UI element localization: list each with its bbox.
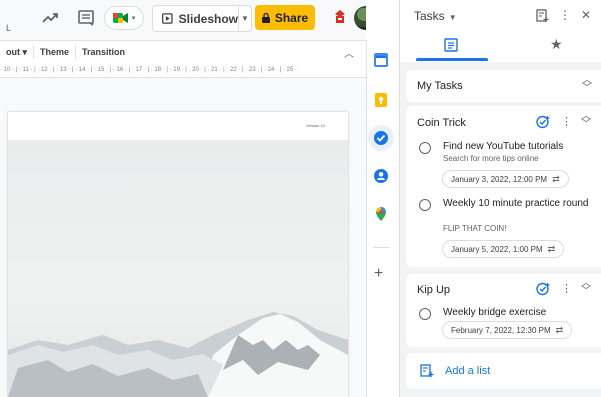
lock-icon xyxy=(261,12,270,23)
date-chip[interactable]: January 3, 2022, 12:00 PM ⇄ xyxy=(442,170,569,188)
task-list-coin-trick: Coin Trick ⋮ ︿ ﹀ Find new YouTube tutoria… xyxy=(406,106,601,267)
my-tasks-label: My Tasks xyxy=(417,80,463,92)
tasks-header: Tasks ▼ ⋮ ✕ ★ xyxy=(400,0,601,62)
list-title: Coin Trick xyxy=(417,117,466,129)
task-notes: Search for more tips online xyxy=(443,154,539,163)
task-checkbox[interactable] xyxy=(419,308,431,320)
more-vert-icon[interactable]: ⋮ xyxy=(561,115,572,128)
present-icon xyxy=(162,13,173,24)
repeat-icon: ⇄ xyxy=(547,243,556,254)
date-text: January 3, 2022, 12:00 PM xyxy=(451,174,548,184)
repeat-icon: ⇄ xyxy=(552,173,560,184)
trending-icon[interactable] xyxy=(40,8,60,28)
share-button[interactable]: Share xyxy=(255,5,315,30)
task-title[interactable]: Find new YouTube tutorials xyxy=(443,140,593,153)
slides-editor: L ▾ Slideshow ▼ Share out ▾ Theme Transi… xyxy=(0,0,366,397)
maps-icon[interactable] xyxy=(373,206,389,222)
caret-down-icon: ▼ xyxy=(241,14,249,23)
task-notes: FLIP THAT COIN! xyxy=(443,224,507,233)
extension-icon[interactable] xyxy=(333,9,347,25)
task-list-kip-up: Kip Up ⋮ ︿ ﹀ Weekly bridge exercise Febru… xyxy=(406,274,601,347)
add-list-icon xyxy=(420,364,434,377)
date-text: January 5, 2022, 1:00 PM xyxy=(451,244,543,254)
collapse-icon[interactable]: ︿ xyxy=(344,45,354,60)
comment-icon[interactable] xyxy=(76,8,96,28)
slide-version-label: Version 10 xyxy=(306,123,325,128)
tab-tasks-icon[interactable] xyxy=(444,38,458,52)
layout-menu[interactable]: out ▾ xyxy=(0,45,35,59)
toolbar-menu: out ▾ Theme Transition ︿ xyxy=(0,40,366,64)
ruler: · 10 · | · 11 · | · 12 · | · 13 · | · 14… xyxy=(0,63,366,78)
list-selector[interactable]: My Tasks ︿ ﹀ xyxy=(406,70,601,102)
meet-icon xyxy=(112,13,128,23)
toolbar-fragment-label: L xyxy=(6,23,12,33)
task-title[interactable]: Weekly bridge exercise xyxy=(443,306,593,319)
date-chip[interactable]: January 5, 2022, 1:00 PM ⇄ xyxy=(442,240,565,258)
active-tab-indicator xyxy=(416,58,488,61)
slideshow-label: Slideshow xyxy=(178,11,238,26)
task-title[interactable]: Weekly 10 minute practice round xyxy=(443,197,593,210)
tasks-title[interactable]: Tasks ▼ xyxy=(414,9,457,23)
keep-icon[interactable] xyxy=(373,92,389,108)
add-task-icon[interactable] xyxy=(536,115,550,129)
slide-canvas[interactable]: Version 10 xyxy=(8,112,348,397)
slideshow-options-button[interactable]: ▼ xyxy=(238,6,251,31)
tasks-panel: Tasks ▼ ⋮ ✕ ★ My Tasks ︿ ﹀ Coin Trick ⋮ … xyxy=(399,0,601,397)
caret-down-icon: ▼ xyxy=(448,13,457,22)
caret-down-icon: ▾ xyxy=(131,15,136,22)
more-vert-icon[interactable]: ⋮ xyxy=(561,282,572,295)
calendar-icon[interactable] xyxy=(373,52,389,68)
close-icon[interactable]: ✕ xyxy=(579,8,593,22)
more-vert-icon[interactable]: ⋮ xyxy=(558,8,572,22)
transition-button[interactable]: Transition xyxy=(76,45,131,59)
date-chip[interactable]: February 7, 2022, 12:30 PM ⇄ xyxy=(442,321,573,339)
side-panel-strip: + xyxy=(366,40,395,397)
strip-divider xyxy=(373,247,389,248)
tab-starred-icon[interactable]: ★ xyxy=(550,36,563,53)
list-title: Kip Up xyxy=(417,284,451,296)
theme-button[interactable]: Theme xyxy=(34,45,77,59)
unfold-icon[interactable]: ︿ ﹀ xyxy=(582,76,592,94)
new-list-icon[interactable] xyxy=(535,8,549,22)
collapse-icon[interactable]: ︿ ﹀ xyxy=(581,279,591,297)
tasks-icon[interactable] xyxy=(373,130,389,146)
task-checkbox[interactable] xyxy=(419,142,431,154)
share-label: Share xyxy=(274,10,309,25)
date-text: February 7, 2022, 12:30 PM xyxy=(451,325,551,335)
mountain-image xyxy=(8,140,348,397)
add-task-icon[interactable] xyxy=(536,282,550,296)
add-list-button[interactable]: Add a list xyxy=(406,353,601,389)
repeat-icon: ⇄ xyxy=(555,324,564,335)
add-list-label: Add a list xyxy=(445,365,491,377)
collapse-icon[interactable]: ︿ ﹀ xyxy=(581,112,591,130)
top-toolbar: L ▾ Slideshow ▼ Share xyxy=(0,0,366,40)
task-checkbox[interactable] xyxy=(419,199,431,211)
add-icon[interactable]: + xyxy=(374,266,383,282)
meet-button[interactable]: ▾ xyxy=(104,6,144,30)
slideshow-button[interactable]: Slideshow ▼ xyxy=(152,5,252,32)
avatar[interactable] xyxy=(354,6,366,30)
contacts-icon[interactable] xyxy=(373,168,389,184)
